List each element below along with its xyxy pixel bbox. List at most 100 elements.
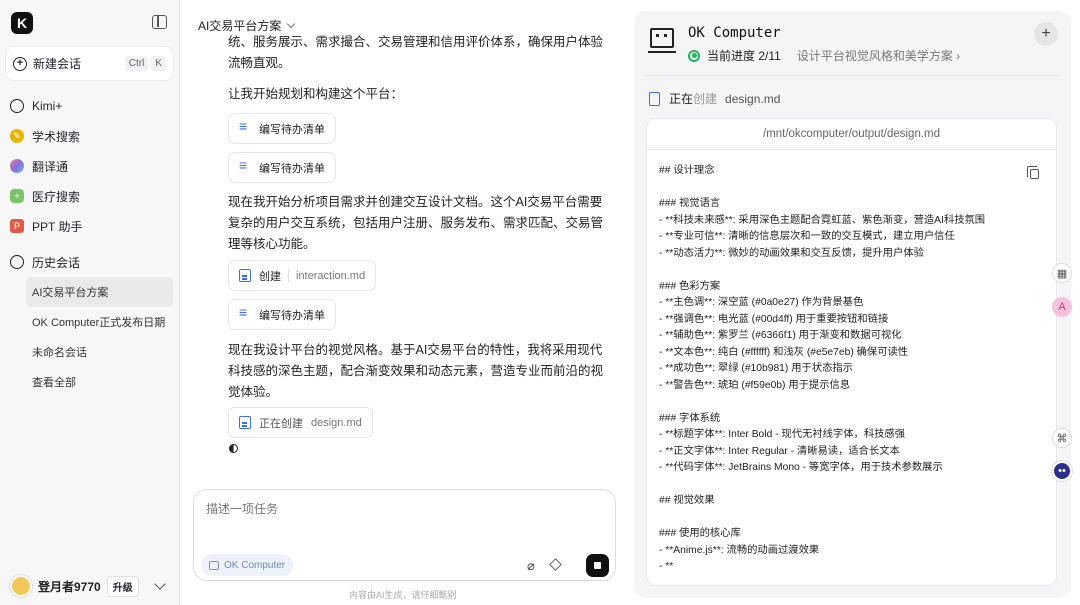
sidebar-item-academic-search[interactable]: ✎ 学术搜索	[10, 126, 80, 146]
assistant-message: 让我开始规划和构建这个平台：	[228, 87, 404, 101]
translate-icon	[10, 159, 24, 173]
status-dot-icon	[688, 49, 700, 62]
todo-chip-label: 编写待办清单	[259, 123, 325, 136]
file-action: 创建	[259, 270, 281, 283]
file-icon	[239, 416, 251, 429]
file-viewer: /mnt/okcomputer/output/design.md ## 设计理念…	[646, 118, 1057, 586]
avatar	[10, 575, 32, 597]
file-line: - **主色调**: 深空蓝 (#0a0e27) 作为背景基色	[659, 297, 864, 308]
paperclip-icon[interactable]: ⌀	[527, 558, 535, 574]
file-line: ### 字体系统	[659, 412, 721, 424]
file-line: - **科技未来感**: 采用深色主题配合霓虹蓝、紫色渐变，营造AI科技氛围	[659, 214, 986, 226]
cube-icon[interactable]	[549, 558, 562, 571]
task-input[interactable]	[206, 500, 601, 530]
computer-panel: OK Computer 当前进度 2/11 设计平台视觉风格和美学方案 › + …	[634, 11, 1071, 598]
creating-file-name: design.md	[725, 91, 781, 106]
file-line	[659, 394, 1019, 411]
chat-input-container: OK Computer ⌀	[193, 489, 616, 581]
history-item[interactable]: 未命名会话	[26, 337, 173, 367]
file-line: - **强调色**: 电光蓝 (#00d4ff) 用于重要按钮和链接	[659, 313, 889, 325]
ai-disclaimer: 内容由AI生成，请仔细甄别	[349, 590, 457, 600]
new-chat-button[interactable]: + 新建会话 Ctrl K	[6, 47, 173, 80]
file-icon	[649, 91, 660, 106]
file-line: - **标题字体**: Inter Bold - 现代无衬线字体，科技感强	[659, 429, 906, 440]
assistant-message: 统、服务展示、需求撮合、交易管理和信用评价体系，确保用户体验流畅直观。	[228, 35, 604, 70]
checklist-icon	[239, 304, 251, 321]
kimi-logo[interactable]: K	[11, 12, 33, 34]
grid-icon[interactable]: ⌘	[1052, 428, 1072, 448]
file-path: /mnt/okcomputer/output/design.md	[647, 119, 1056, 150]
checklist-icon	[239, 157, 251, 174]
assistant-message: 现在我开始分析项目需求并创建交互设计文档。这个AI交易平台需要复杂的用户交互系统…	[228, 195, 604, 251]
chevron-down-icon[interactable]	[154, 578, 166, 590]
user-profile[interactable]: 登月者9770 升级	[10, 575, 170, 597]
sidebar-item-label: 学术搜索	[32, 129, 81, 144]
file-line	[659, 262, 1019, 279]
academic-search-icon: ✎	[10, 129, 24, 143]
file-line: - **动态活力**: 微妙的动画效果和交互反馈，提升用户体验	[659, 247, 924, 259]
ppt-icon: P	[10, 219, 24, 233]
computer-icon	[648, 28, 676, 53]
add-icon[interactable]: +	[1034, 22, 1058, 46]
shortcut-key: K	[151, 56, 166, 71]
todo-chip[interactable]: 编写待办清单	[228, 299, 336, 330]
todo-chip[interactable]: 编写待办清单	[228, 152, 336, 183]
sidebar-item-medical-search[interactable]: + 医疗搜索	[10, 186, 80, 206]
sidebar-item-translate[interactable]: 翻译通	[10, 156, 68, 176]
file-line: - **成功色**: 翠绿 (#10b981) 用于状态指示	[659, 363, 853, 374]
upgrade-button[interactable]: 升级	[106, 575, 139, 597]
shortcut-hint: Ctrl K	[124, 56, 166, 71]
file-line: - **警告色**: 琥珀 (#f59e0b) 用于提示信息	[659, 379, 851, 391]
file-icon	[239, 269, 251, 282]
chevron-down-icon	[287, 19, 296, 28]
translate-float-icon[interactable]: A	[1052, 297, 1072, 317]
checklist-icon	[239, 118, 251, 135]
view-all-label: 查看全部	[32, 377, 76, 389]
divider	[646, 75, 1058, 76]
history-item-label: OK Computer正式发布日期	[32, 317, 166, 329]
progress-row: 当前进度 2/11 设计平台视觉风格和美学方案 ›	[688, 47, 960, 64]
creating-status: 正在 创建 design.md	[649, 90, 780, 107]
file-content: ## 设计理念 ### 视觉语言 - **科技未来感**: 采用深色主题配合霓虹…	[659, 163, 1019, 576]
file-line	[659, 477, 1019, 494]
creating-status-prefix: 正在	[669, 92, 694, 106]
todo-chip[interactable]: 编写待办清单	[228, 113, 336, 144]
view-all-link[interactable]: 查看全部	[26, 367, 173, 397]
creating-status-verb: 创建	[693, 92, 718, 106]
history-item[interactable]: OK Computer正式发布日期	[26, 307, 173, 337]
file-line: ## 设计理念	[659, 165, 715, 176]
history-header-label: 历史会话	[32, 255, 81, 270]
sidebar-item-label: 医疗搜索	[32, 189, 81, 204]
agent-mode-tag[interactable]: OK Computer	[201, 554, 294, 576]
current-step-link[interactable]: 设计平台视觉风格和美学方案 ›	[797, 47, 960, 64]
history-item-active[interactable]: AI交易平台方案	[26, 277, 173, 307]
computer-icon	[209, 560, 219, 570]
file-line: ### 视觉语言	[659, 198, 721, 209]
username: 登月者9770	[38, 579, 101, 594]
apps-icon[interactable]: ▦	[1052, 263, 1072, 283]
file-line	[659, 180, 1019, 197]
agent-mode-label: OK Computer	[224, 559, 286, 571]
new-chat-label: 新建会话	[33, 57, 82, 71]
sidebar-item-ppt[interactable]: P PPT 助手	[10, 216, 82, 236]
todo-chip-label: 编写待办清单	[259, 162, 325, 175]
stop-button[interactable]	[586, 554, 609, 577]
file-line: ### 使用的核心库	[659, 528, 741, 539]
file-line: - **代码字体**: JetBrains Mono - 等宽字体，用于技术参数…	[659, 462, 943, 473]
file-creating-chip[interactable]: 正在创建 design.md	[228, 407, 373, 438]
history-item-label: 未命名会话	[32, 347, 87, 359]
sidebar-item-kimi-plus[interactable]: Kimi+	[10, 96, 62, 116]
copy-icon[interactable]	[1027, 166, 1039, 179]
file-line: - **Anime.js**: 流畅的动画过渡效果	[659, 544, 820, 556]
file-line: - **专业可信**: 清晰的信息层次和一致的交互模式，建立用户信任	[659, 231, 955, 242]
file-created-chip[interactable]: 创建 interaction.md	[228, 260, 377, 291]
assistant-float-icon[interactable]: ••	[1052, 461, 1072, 481]
panel-title: OK Computer	[688, 25, 781, 41]
plus-circle-icon: +	[13, 56, 27, 71]
file-line: ## 视觉效果	[659, 495, 715, 506]
sidebar: K + 新建会话 Ctrl K Kimi+ ✎ 学术搜索 翻译通 + 医疗搜索 …	[0, 0, 180, 605]
todo-chip-label: 编写待办清单	[259, 309, 325, 322]
sidebar-item-label: PPT 助手	[32, 219, 83, 234]
sidebar-collapse-icon[interactable]	[152, 15, 167, 29]
file-name: interaction.md	[296, 269, 366, 282]
